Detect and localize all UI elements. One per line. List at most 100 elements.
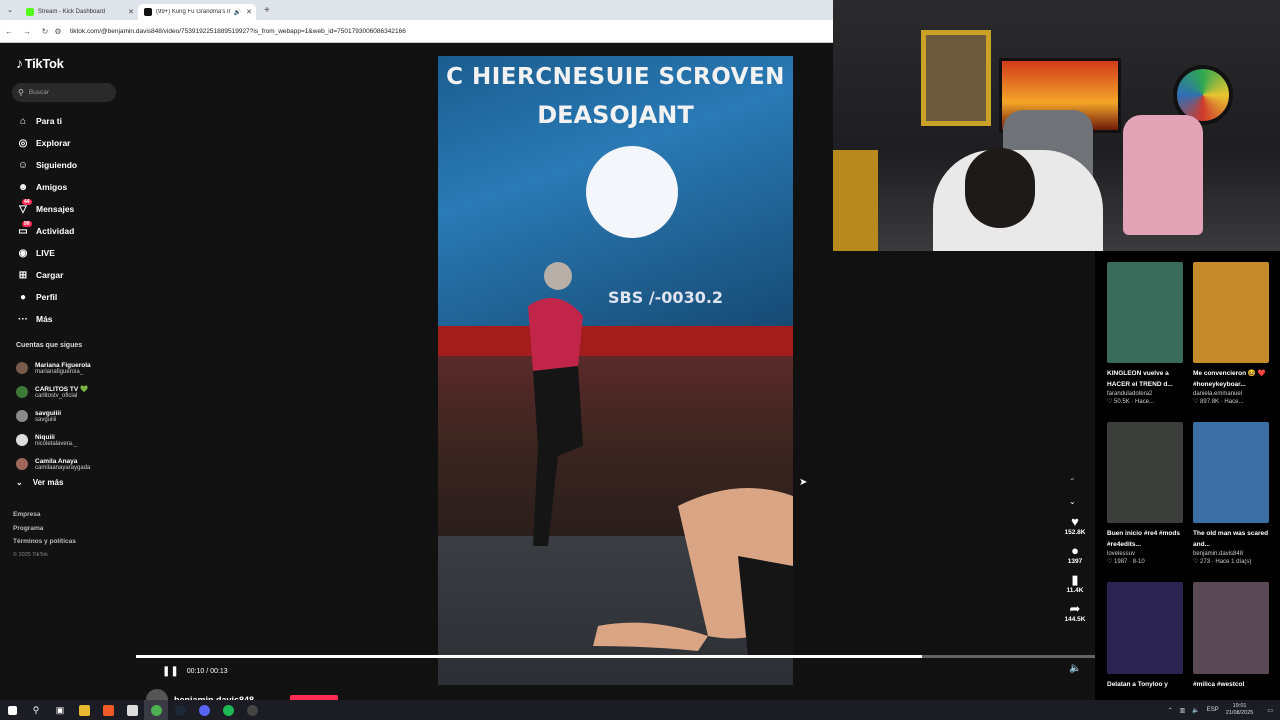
chrome-icon[interactable] — [144, 700, 168, 720]
nav-live[interactable]: ◉ LIVE — [16, 242, 77, 264]
new-tab-button[interactable]: + — [264, 5, 270, 16]
nav-amigos[interactable]: ☻ Amigos — [16, 176, 77, 198]
tab-label: (99+) Kung Fu Grandma's Ir — [156, 9, 231, 15]
see-more-label: Ver más — [32, 478, 64, 487]
video-thumbnail — [1107, 422, 1183, 523]
windows-start-icon[interactable] — [0, 700, 24, 720]
nav-siguiendo[interactable]: ☺ Siguiendo — [16, 154, 77, 176]
nav-actividad[interactable]: ▭ 99 Actividad — [16, 220, 77, 242]
recommended-video[interactable]: KINGLEON vuelve a HACER el TREND d... fa… — [1107, 262, 1187, 405]
following-account[interactable]: Mariana Figuerola marianafigueroia_ — [16, 356, 91, 380]
following-account[interactable]: CARLITOS TV 💚 carlitostv_oficial — [16, 380, 91, 404]
recommended-video[interactable]: #milica #westcol — [1193, 582, 1273, 690]
home-icon: ⌂ — [19, 115, 27, 127]
share-button[interactable]: ➦ 144.5K — [1056, 601, 1094, 623]
steam-icon[interactable] — [168, 700, 192, 720]
tray-chevron-icon[interactable]: ⌃ — [1168, 707, 1173, 714]
task-view-icon[interactable]: ▣ — [48, 700, 72, 720]
recommended-video[interactable]: Buen inicio #re4 #mods #re4edits... love… — [1107, 422, 1187, 565]
video-title: Me convencieron 😆 ❤️#honeykeyboar... — [1193, 370, 1266, 388]
nav-mas[interactable]: ··· Más — [16, 308, 77, 330]
progress-fill — [136, 655, 923, 658]
video-stats: ♡ 897.8K · Hace... — [1193, 399, 1244, 405]
following-title: Cuentas que sigues — [16, 342, 83, 349]
video-sign-code: SBS /-0030.2 — [608, 288, 724, 307]
webcam-overlay — [833, 0, 1280, 251]
clock-date: 21/08/2025 — [1225, 710, 1254, 716]
more-icon: ··· — [18, 313, 28, 325]
comment-button[interactable]: ● 1397 — [1056, 543, 1094, 565]
nav-cargar[interactable]: ⊞ Cargar — [16, 264, 77, 286]
progress-bar[interactable] — [136, 655, 1095, 658]
tab-close-icon[interactable]: ✕ — [128, 8, 134, 16]
next-video-icon[interactable]: ⌄ — [1069, 492, 1076, 512]
reload-icon[interactable]: ↻ — [36, 27, 54, 36]
url-field[interactable]: tiktok.com/@benjamin.davis848/video/7539… — [70, 28, 406, 35]
video-stats: ♡ 273 · Hace 1 día(s) — [1193, 559, 1252, 565]
spotify-icon[interactable] — [216, 700, 240, 720]
search-input[interactable]: ⚲ Buscar — [12, 83, 116, 102]
like-button[interactable]: ♥ 152.8K — [1056, 514, 1094, 536]
footer-link-programa[interactable]: Programa — [13, 525, 76, 539]
search-icon: ⚲ — [18, 88, 24, 97]
sidebar: ♪ TikTok ⚲ Buscar ⌂ Para ti ◎ Explorar ☺ Si… — [0, 43, 136, 700]
heart-icon: ♥ — [1071, 514, 1079, 529]
back-icon[interactable]: ← — [0, 27, 18, 36]
clock[interactable]: 19:01 21/08/2025 — [1226, 703, 1254, 717]
webcam-streamer-head — [965, 148, 1035, 228]
language-indicator[interactable]: ESP — [1207, 707, 1219, 713]
file-explorer-icon[interactable] — [72, 700, 96, 720]
video-title: KINGLEON vuelve a HACER el TREND d... — [1107, 370, 1173, 388]
video-thumbnail — [1193, 262, 1269, 363]
copyright: © 2025 TikTok — [13, 551, 48, 558]
following-account[interactable]: Camila Anaya camilaanayaraygada — [16, 452, 91, 476]
see-more-button[interactable]: ⌄ Ver más — [16, 478, 63, 487]
nav-perfil[interactable]: ● Perfil — [16, 286, 77, 308]
footer-link-empresa[interactable]: Empresa — [13, 511, 76, 525]
nav-para-ti[interactable]: ⌂ Para ti — [16, 110, 77, 132]
calendar-app-icon[interactable] — [120, 700, 144, 720]
account-handle: savguiiii — [35, 416, 57, 423]
tab-search-icon[interactable]: ⌄ — [0, 6, 20, 14]
tab-kick-dashboard[interactable]: Stream - Kick Dashboard ✕ — [20, 4, 138, 20]
volume-icon[interactable]: 🔈 — [1192, 707, 1199, 714]
video-thumbnail — [1107, 582, 1183, 674]
footer-link-terminos[interactable]: Términos y políticas — [13, 538, 76, 552]
recommended-video[interactable]: The old man was scared and... benjamin.d… — [1193, 422, 1273, 565]
recommended-video[interactable]: Delatan a Tonyloo y — [1107, 582, 1187, 690]
search-icon[interactable]: ⚲ — [24, 700, 48, 720]
nav-explorar[interactable]: ◎ Explorar — [16, 132, 77, 154]
volume-icon[interactable]: 🔈 — [1069, 663, 1081, 674]
avatar — [16, 434, 28, 446]
discord-icon[interactable] — [192, 700, 216, 720]
tiktok-logo[interactable]: ♪ TikTok — [16, 55, 64, 71]
pause-icon[interactable]: ❚❚ — [162, 666, 179, 677]
video-frame[interactable]: C HIERCNESUIE SCROVEN DEASOJANT SBS /-00… — [438, 56, 793, 685]
video-title: Delatan a Tonyloo y — [1107, 681, 1168, 688]
nav-mensajes[interactable]: ▽ 44 Mensajes — [16, 198, 77, 220]
following-account[interactable]: Niquiii nicoletalavera._ — [16, 428, 91, 452]
tab-close-icon[interactable]: ✕ — [246, 8, 252, 16]
tab-tiktok-video[interactable]: (99+) Kung Fu Grandma's Ir 🔊 ✕ — [138, 4, 256, 20]
save-button[interactable]: ▮ 11.4K — [1056, 572, 1094, 594]
notification-icon[interactable]: ▭ — [1267, 707, 1273, 714]
video-spotlight — [586, 146, 678, 238]
following-account[interactable]: savguiiii savguiiii — [16, 404, 91, 428]
video-fighter — [528, 262, 583, 546]
network-icon[interactable]: ▥ — [1180, 707, 1186, 714]
previous-video-icon[interactable]: ⌃ — [1069, 472, 1076, 492]
video-thumbnail — [1193, 582, 1269, 674]
forward-icon[interactable]: → — [18, 27, 36, 36]
video-stats: ♡ 1987 · 8-10 — [1107, 559, 1145, 565]
video-thumbnail — [1107, 262, 1183, 363]
following-list: Mariana Figuerola marianafigueroia_ CARLI… — [16, 356, 91, 476]
avatar — [16, 458, 28, 470]
site-info-icon[interactable]: ⚙ — [54, 27, 62, 36]
avatar — [16, 386, 28, 398]
brave-browser-icon[interactable] — [96, 700, 120, 720]
video-sign-text: DEASOJANT — [537, 101, 694, 129]
recommended-video[interactable]: Me convencieron 😆 ❤️#honeykeyboar... dan… — [1193, 262, 1273, 405]
obs-icon[interactable] — [240, 700, 264, 720]
friends-icon: ☻ — [17, 181, 29, 193]
video-author: benjamin.davis848 — [1193, 551, 1244, 557]
